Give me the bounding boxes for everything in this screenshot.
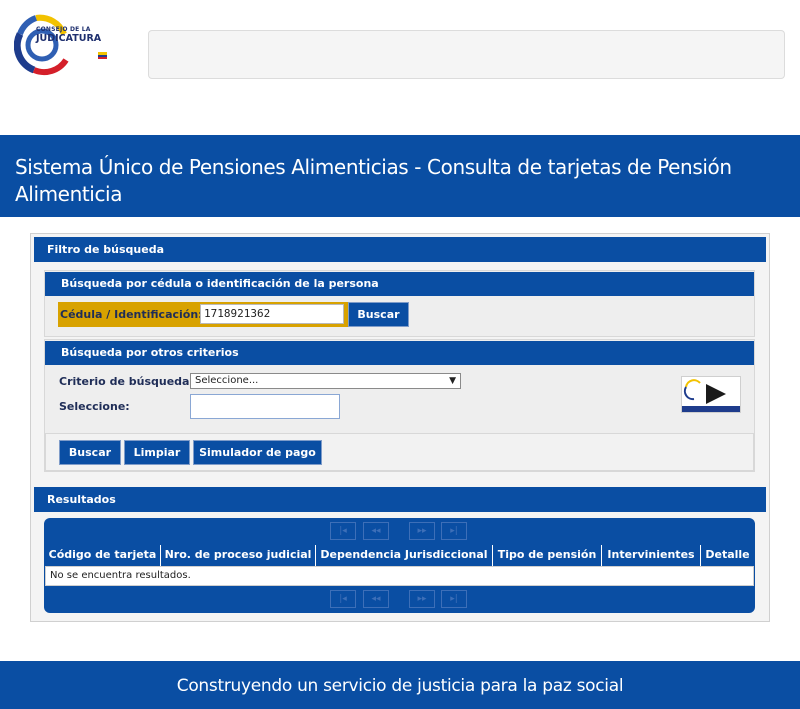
seleccione-input[interactable] [190, 394, 340, 419]
column-header[interactable]: Nro. de proceso judicial [161, 545, 316, 566]
logo-emblem-icon [13, 14, 107, 75]
pager-prev-top-button[interactable]: ◂◂ [363, 522, 389, 540]
logo-text-line2: JUDICATURA [36, 33, 102, 44]
criterio-select-value: Seleccione... [195, 375, 259, 386]
chevron-down-icon: ▼ [449, 376, 456, 386]
footer-slogan: Construyendo un servicio de justicia par… [176, 676, 624, 696]
filter-header: Filtro de búsqueda [34, 237, 766, 262]
column-header[interactable]: Código de tarjeta [45, 545, 161, 566]
column-header[interactable]: Intervinientes [602, 545, 701, 566]
results-header: Resultados [34, 487, 766, 512]
pager-last-bottom-button[interactable]: ▸| [441, 590, 467, 608]
pager-next-bottom-button[interactable]: ▸▸ [409, 590, 435, 608]
play-video-icon [682, 377, 740, 412]
pager-next-top-button[interactable]: ▸▸ [409, 522, 435, 540]
seleccione-label: Seleccione: [59, 400, 130, 413]
pager-first-bottom-button[interactable]: |◂ [330, 590, 356, 608]
results-table-header: Código de tarjeta Nro. de proceso judici… [45, 545, 754, 566]
criterio-select[interactable]: Seleccione... ▼ [190, 373, 461, 389]
pager-last-top-button[interactable]: ▸| [441, 522, 467, 540]
column-header[interactable]: Tipo de pensión [493, 545, 602, 566]
column-header[interactable]: Dependencia Jurisdiccional [316, 545, 493, 566]
pager-first-top-button[interactable]: |◂ [330, 522, 356, 540]
header-banner [148, 30, 785, 79]
column-header[interactable]: Detalle [701, 545, 754, 566]
id-search-header: Búsqueda por cédula o identificación de … [45, 272, 754, 296]
criterio-label: Criterio de búsqueda: [59, 375, 194, 388]
judicatura-logo [13, 14, 120, 76]
logo-text-line1: CONSEJO DE LA [36, 26, 91, 33]
page-title: Sistema Único de Pensiones Alimenticias … [15, 155, 732, 206]
buscar-cedula-button[interactable]: Buscar [348, 302, 409, 327]
pager-prev-bottom-button[interactable]: ◂◂ [363, 590, 389, 608]
cedula-label: Cédula / Identificación: [60, 308, 203, 321]
buscar-button[interactable]: Buscar [59, 440, 121, 465]
simulador-pago-button[interactable]: Simulador de pago [193, 440, 322, 465]
limpiar-button[interactable]: Limpiar [124, 440, 190, 465]
cedula-input[interactable]: 1718921362 [200, 304, 344, 324]
criteria-search-header: Búsqueda por otros criterios [45, 341, 754, 365]
empty-results-row: No se encuentra resultados. [45, 566, 754, 586]
video-tutorial-thumbnail[interactable] [681, 376, 741, 413]
